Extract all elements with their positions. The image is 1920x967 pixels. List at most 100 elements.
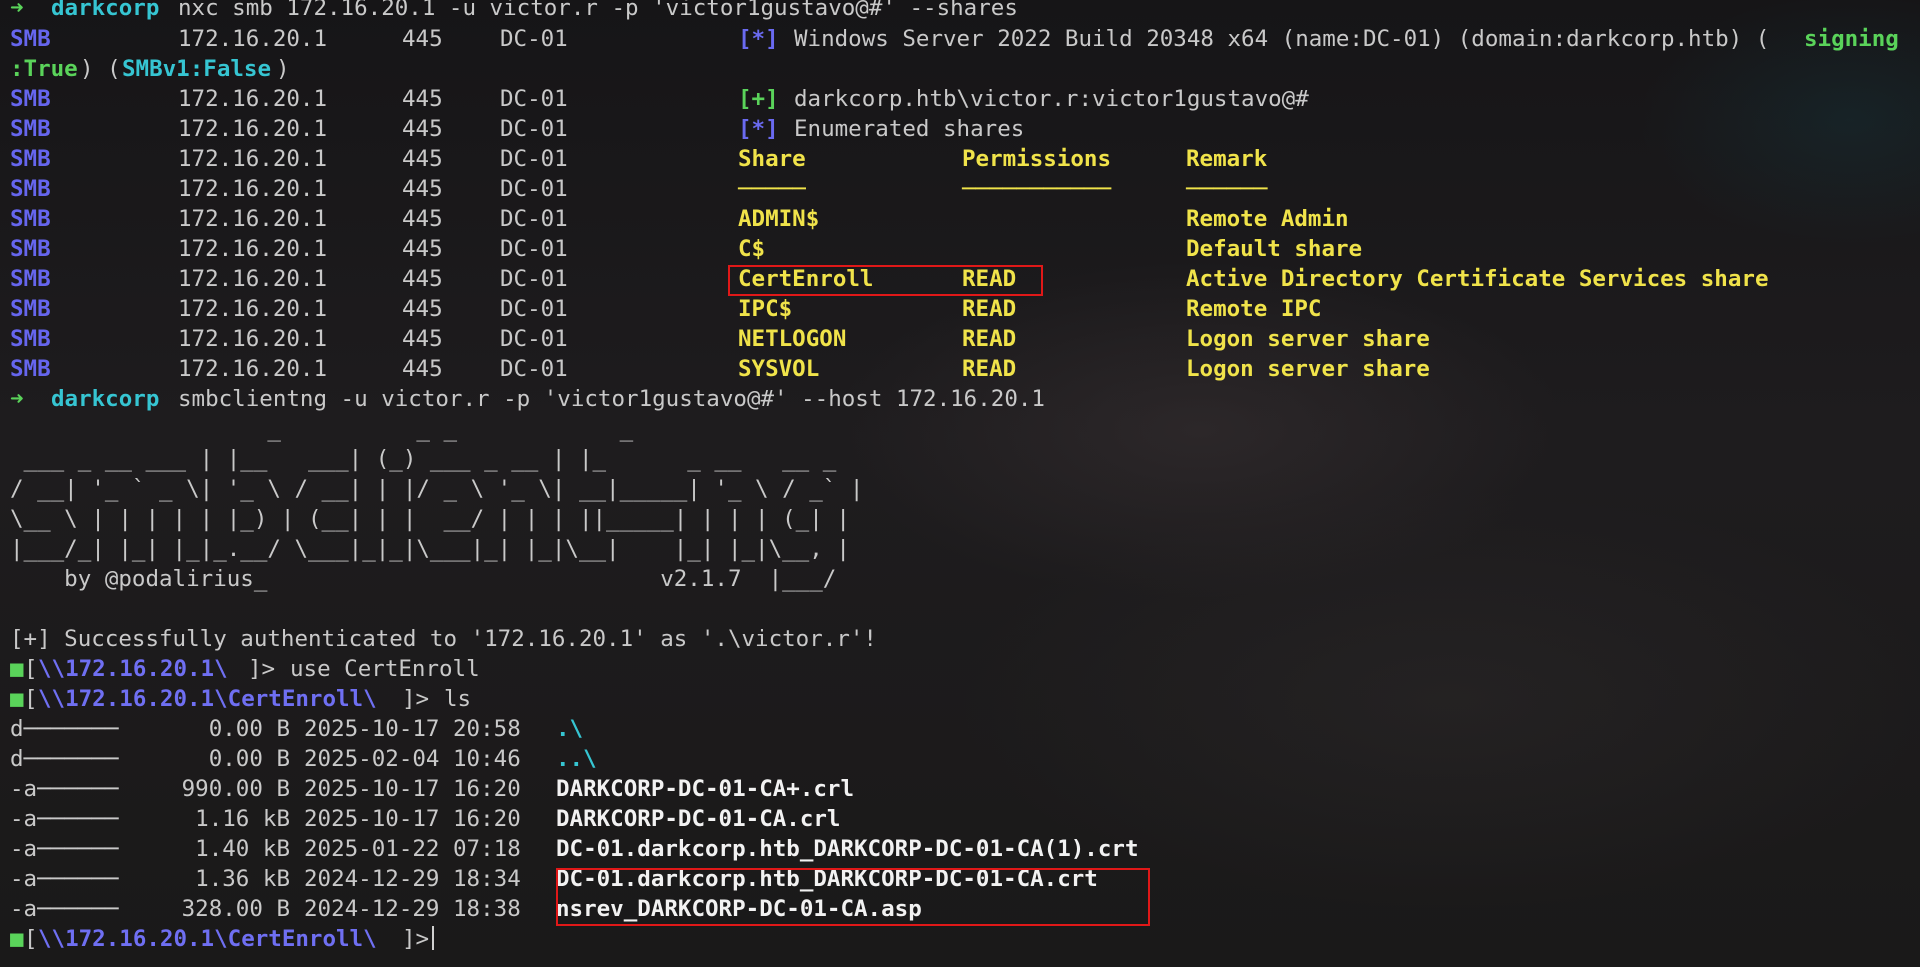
shares-underline-line: SMB 172.16.20.1 445 DC-01 ───── ────────… [10,174,1267,204]
smb-port: 445 [402,266,443,292]
smb-ip: 172.16.20.1 [178,116,328,142]
file-attributes: -a────── [10,776,119,802]
smb-protocol: SMB [10,206,51,232]
share-name: IPC$ [738,296,793,322]
file-date: 2025-02-04 10:46 [304,746,521,772]
text-cursor[interactable] [428,924,434,954]
smb-port: 445 [402,236,443,262]
share-permission: READ [962,296,1017,322]
smb-protocol: SMB [10,86,51,112]
smb-ip: 172.16.20.1 [178,236,328,262]
file-size: 0.00 B [208,716,290,742]
share-row: SMB 172.16.20.1 445 DC-01 SYSVOL READ Lo… [10,354,1430,384]
smb-ip: 172.16.20.1 [178,146,328,172]
banner-line: |___/_| |_| |_|_.__/ \___|_|_|\___|_| |_… [10,536,850,562]
file-attributes: d─────── [10,746,119,772]
smb-port: 445 [402,26,443,52]
prompt-close: ]> [248,656,289,682]
permissions-column-header: Permissions [962,146,1112,172]
wrap-close: ) [276,56,290,82]
smb-protocol: SMB [10,116,51,142]
prompt-close: ]> [402,926,443,952]
smb-host: DC-01 [500,116,568,142]
prompt-command: use CertEnroll [290,656,480,682]
file-attributes: d─────── [10,716,119,742]
banner-line: ___ _ __ ___ | |__ ___| (_) ___ _ __ | |… [10,446,837,472]
prompt-directory: darkcorp [51,0,160,21]
share-permission: READ [962,326,1017,352]
prompt-arrow-icon: ➜ [10,386,24,412]
smb-protocol: SMB [10,236,51,262]
share-row: SMB 172.16.20.1 445 DC-01 C$ Default sha… [10,234,1362,264]
file-size: 0.00 B [208,746,290,772]
files-highlight-box [556,868,1150,926]
share-remark: Default share [1186,236,1363,262]
command-text: nxc smb 172.16.20.1 -u victor.r -p 'vict… [178,0,1018,21]
file-attributes: -a────── [10,896,119,922]
share-row: SMB 172.16.20.1 445 DC-01 IPC$ READ Remo… [10,294,1321,324]
prompt-path: \\172.16.20.1\CertEnroll\ [38,686,377,712]
prompt-path: \\172.16.20.1\CertEnroll\ [38,926,377,952]
prompt-close: ]> [402,686,443,712]
file-date: 2025-10-17 16:20 [304,776,521,802]
file-name: DARKCORP-DC-01-CA.crl [556,806,841,832]
file-list-row: -a────── 328.00 B 2024-12-29 18:38 nsrev… [10,894,922,924]
share-permission: READ [962,356,1017,382]
file-list-row: -a────── 1.36 kB 2024-12-29 18:34 DC-01.… [10,864,1098,894]
share-remark: Logon server share [1186,326,1430,352]
prompt-marker-icon: ■ [10,686,24,712]
smb-ip: 172.16.20.1 [178,206,328,232]
smb-host: DC-01 [500,86,568,112]
file-date: 2024-12-29 18:38 [304,896,521,922]
smb-host: DC-01 [500,236,568,262]
file-name: DC-01.darkcorp.htb_DARKCORP-DC-01-CA(1).… [556,836,1139,862]
auth-success-message: [+] Successfully authenticated to '172.1… [10,626,877,652]
file-size: 328.00 B [181,896,290,922]
smb-ip: 172.16.20.1 [178,296,328,322]
smbclient-prompt-line: ■ [ \\172.16.20.1\ ]> use CertEnroll [10,654,480,684]
shares-header-line: SMB 172.16.20.1 445 DC-01 Share Permissi… [10,144,1267,174]
smb-host: DC-01 [500,326,568,352]
command-text: smbclientng -u victor.r -p 'victor1gusta… [178,386,1045,412]
smb-ip: 172.16.20.1 [178,176,328,202]
banner-line: _ _ _ _ [10,416,634,442]
terminal-window[interactable]: ➜ darkcorp nxc smb 172.16.20.1 -u victor… [0,0,1920,967]
smbclient-prompt-line[interactable]: ■ [ \\172.16.20.1\CertEnroll\ ]> [10,924,434,954]
wrap-sep: ) ( [80,56,121,82]
file-date: 2025-01-22 07:18 [304,836,521,862]
share-underline: ───── [738,176,806,202]
smb-host: DC-01 [500,206,568,232]
file-list-row: -a────── 990.00 B 2025-10-17 16:20 DARKC… [10,774,854,804]
smb-port: 445 [402,176,443,202]
smb-ip: 172.16.20.1 [178,86,328,112]
auth-credentials: darkcorp.htb\victor.r:victor1gustavo@# [794,86,1309,112]
file-attributes: -a────── [10,836,119,862]
smb-info-wrap-line: :True ) ( SMBv1:False ) [10,54,290,84]
certenroll-highlight-box [728,265,1043,296]
file-list-row: -a────── 1.16 kB 2025-10-17 16:20 DARKCO… [10,804,840,834]
signing-label: signing [1804,26,1899,52]
smb-port: 445 [402,116,443,142]
success-tag: [+] [738,86,779,112]
smb-protocol: SMB [10,176,51,202]
info-tag: [*] [738,26,779,52]
prompt-marker-icon: ■ [10,926,24,952]
smb-host: DC-01 [500,296,568,322]
share-row: SMB 172.16.20.1 445 DC-01 ADMIN$ Remote … [10,204,1349,234]
banner-line: by @podalirius_ v2.1.7 |___/ [10,566,837,592]
smb-port: 445 [402,296,443,322]
enum-message: Enumerated shares [794,116,1025,142]
smb-port: 445 [402,146,443,172]
file-date: 2024-12-29 18:34 [304,866,521,892]
smb-enum-line: SMB 172.16.20.1 445 DC-01 [*] Enumerated… [10,114,1024,144]
info-tag: [*] [738,116,779,142]
prompt-directory: darkcorp [51,386,160,412]
smb-port: 445 [402,326,443,352]
file-size: 990.00 B [181,776,290,802]
share-remark: Logon server share [1186,356,1430,382]
smb-protocol: SMB [10,266,51,292]
smb-ip: 172.16.20.1 [178,326,328,352]
prompt-marker-icon: ■ [10,656,24,682]
share-name: C$ [738,236,766,262]
banner-line: \__ \ | | | | | |_) | (__| | | __/ | | |… [10,506,850,532]
